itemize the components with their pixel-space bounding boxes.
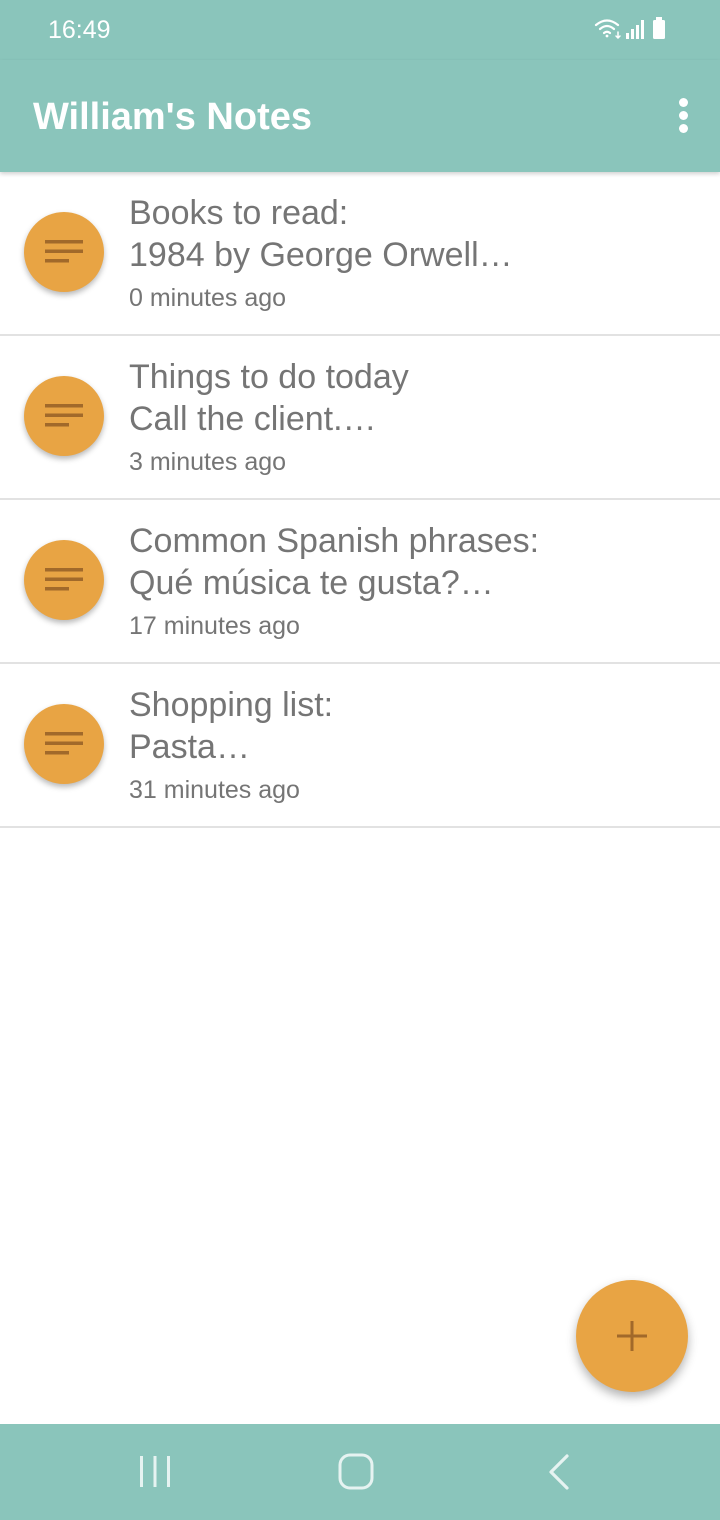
note-timestamp: 31 minutes ago	[129, 776, 300, 804]
note-avatar	[24, 540, 104, 620]
note-preview: Pasta…	[129, 728, 250, 766]
note-preview: Qué música te gusta?…	[129, 564, 494, 602]
notes-lines-icon	[45, 568, 83, 591]
plus-icon	[617, 1321, 647, 1351]
home-button[interactable]	[326, 1452, 386, 1492]
notes-list: Books to read: 1984 by George Orwell… 0 …	[0, 172, 720, 828]
note-preview: 1984 by George Orwell…	[129, 236, 513, 274]
note-item[interactable]: Shopping list: Pasta… 31 minutes ago	[0, 664, 720, 828]
note-timestamp: 17 minutes ago	[129, 612, 300, 640]
back-icon	[549, 1454, 569, 1490]
recent-apps-icon	[140, 1456, 170, 1487]
navigation-bar	[0, 1424, 720, 1520]
note-preview: Call the client.…	[129, 400, 377, 438]
notes-lines-icon	[45, 404, 83, 427]
wifi-icon	[594, 19, 621, 40]
note-title: Common Spanish phrases:	[129, 522, 540, 560]
note-item[interactable]: Things to do today Call the client.… 3 m…	[0, 336, 720, 500]
note-avatar	[24, 212, 104, 292]
note-timestamp: 0 minutes ago	[129, 284, 287, 312]
home-icon	[338, 1453, 374, 1490]
add-note-button[interactable]	[576, 1280, 688, 1392]
note-title: Shopping list:	[129, 686, 334, 724]
recent-apps-button[interactable]	[125, 1452, 185, 1492]
more-options-button[interactable]	[672, 92, 696, 140]
app-bar: William's Notes	[0, 60, 720, 172]
battery-icon	[653, 17, 665, 39]
note-item[interactable]: Books to read: 1984 by George Orwell… 0 …	[0, 172, 720, 336]
signal-icon	[626, 20, 644, 39]
back-button[interactable]	[528, 1452, 588, 1492]
note-avatar	[24, 376, 104, 456]
notes-lines-icon	[45, 732, 83, 755]
note-title: Things to do today	[129, 358, 409, 396]
note-title: Books to read:	[129, 194, 349, 232]
status-bar: 16:49	[0, 0, 720, 60]
status-time: 16:49	[48, 16, 111, 44]
note-item[interactable]: Common Spanish phrases: Qué música te gu…	[0, 500, 720, 664]
note-avatar	[24, 704, 104, 784]
notes-lines-icon	[45, 240, 83, 263]
app-title: William's Notes	[33, 96, 312, 138]
status-icons	[594, 16, 674, 42]
note-timestamp: 3 minutes ago	[129, 448, 287, 476]
